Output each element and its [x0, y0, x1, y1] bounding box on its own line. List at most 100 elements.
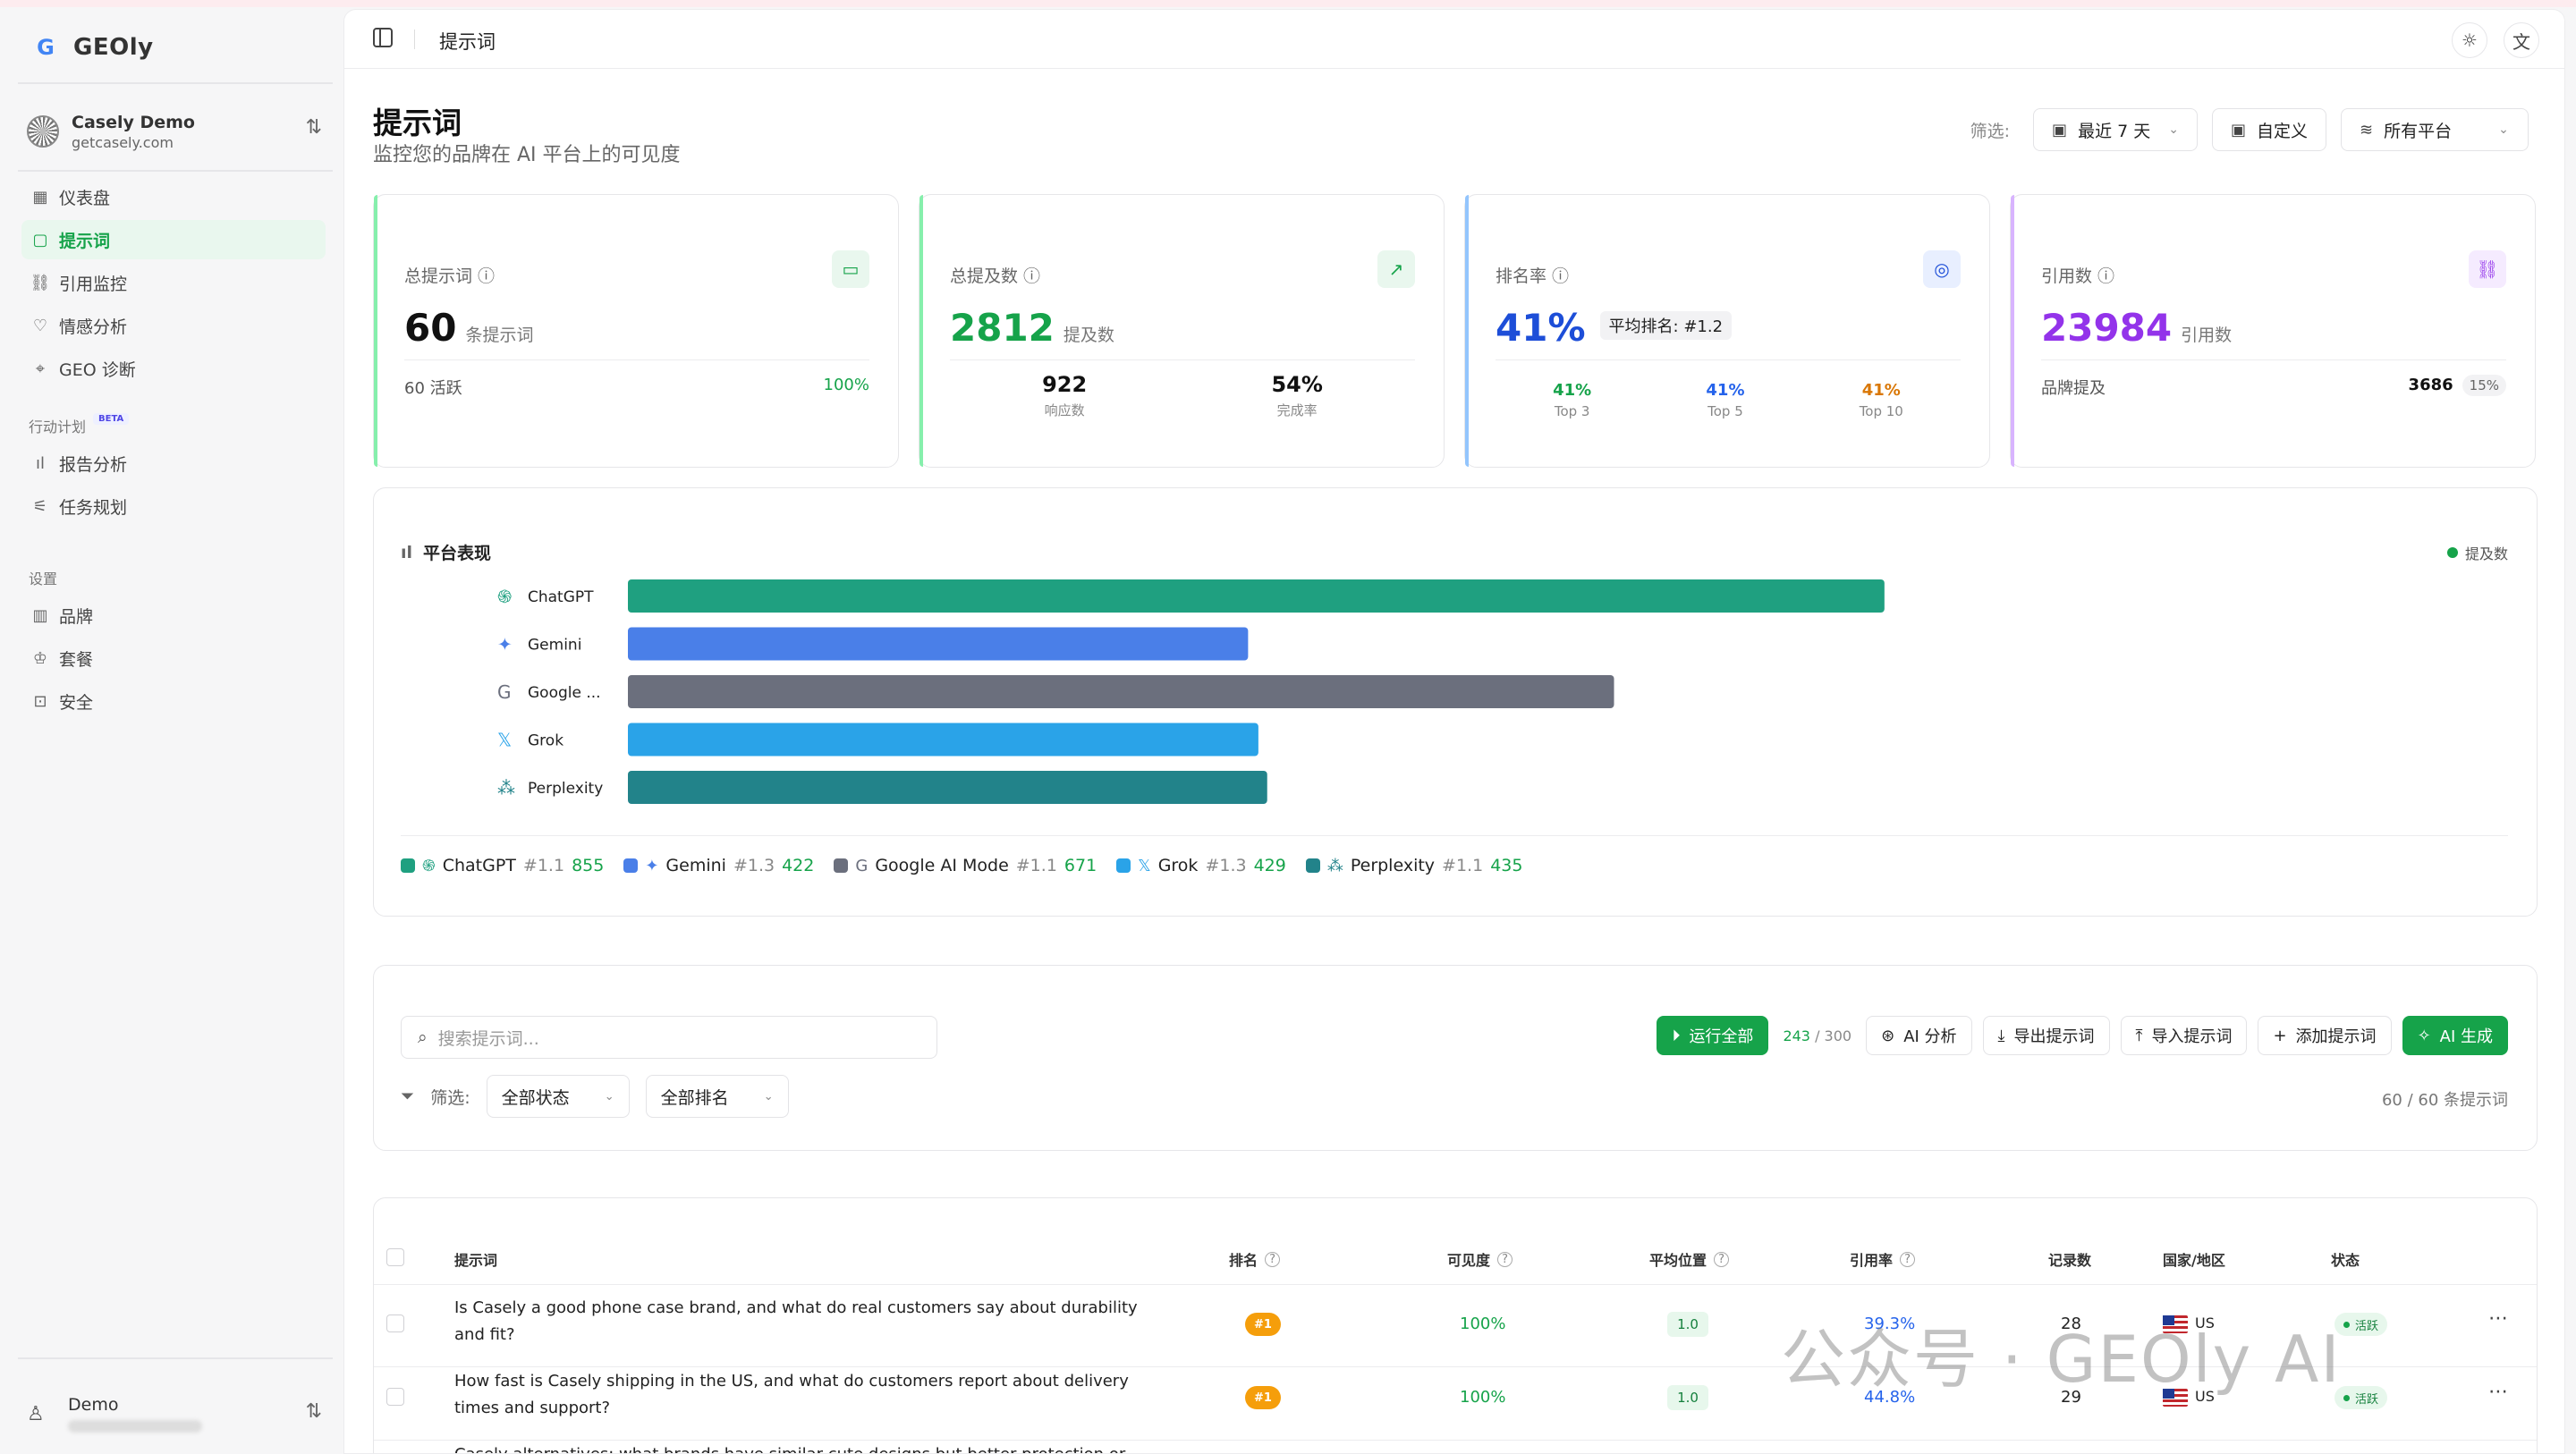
custom-date-button[interactable]: ▣ 自定义	[2211, 108, 2326, 151]
select-all-checkbox[interactable]	[386, 1248, 404, 1266]
nav-label: 引用监控	[59, 274, 128, 294]
language-button[interactable]: 文	[2504, 22, 2539, 58]
bar-perplexity[interactable]	[628, 771, 1267, 804]
nav-item-citations[interactable]: ⛓ 引用监控	[21, 263, 326, 302]
nav-item-plan[interactable]: ♔ 套餐	[21, 638, 326, 678]
more-options-icon[interactable]: ⋯	[2488, 1381, 2508, 1403]
app-logo[interactable]: G GEOly	[32, 34, 154, 61]
label-text: 引用数	[2041, 266, 2093, 286]
workspace-domain: getcasely.com	[72, 133, 174, 151]
nav-item-tasks[interactable]: ⚟ 任务规划	[21, 486, 326, 526]
status-select[interactable]: 全部状态 ⌄	[486, 1075, 630, 1118]
header-rank[interactable]: 排名?	[1229, 1248, 1281, 1270]
legend-platform: ChatGPT	[442, 856, 516, 875]
run-all-button[interactable]: ⏵ 运行全部	[1657, 1016, 1769, 1055]
position-badge: 1.0	[1667, 1385, 1708, 1410]
header-status[interactable]: 状态	[2331, 1248, 2360, 1270]
platform-select[interactable]: ≋ 所有平台 ⌄	[2341, 108, 2529, 151]
brand-mentions-value: 3686	[2408, 376, 2453, 394]
gemini-icon: ✦	[645, 856, 659, 875]
value-text: 41%	[1496, 306, 1586, 350]
ai-generate-button[interactable]: ✧ AI 生成	[2402, 1016, 2508, 1055]
nav-label: 品牌	[59, 606, 94, 627]
date-range-value: 最近 7 天	[2078, 121, 2151, 141]
legend-rank: #1.1	[1442, 856, 1484, 875]
help-icon: ?	[1714, 1251, 1730, 1267]
legend-item[interactable]: G Google AI Mode #1.1 671	[834, 856, 1097, 875]
ai-analyze-button[interactable]: ⊛ AI 分析	[1866, 1016, 1972, 1055]
legend-platform: Perplexity	[1350, 856, 1436, 875]
divider	[374, 1284, 2537, 1285]
value-unit: 条提示词	[465, 325, 534, 345]
nav-item-security[interactable]: ⊡ 安全	[21, 681, 326, 721]
legend-item[interactable]: ✦ Gemini #1.3 422	[623, 856, 814, 875]
legend-label: 提及数	[2464, 545, 2508, 562]
nav-item-sentiment[interactable]: ♡ 情感分析	[21, 306, 326, 345]
platform-performance-panel: ıl 平台表现 提及数 ֍ ChatGPT ✦ Gemini G Google ... 𝕏 Gr…	[373, 487, 2538, 917]
legend-rank: #1.1	[1015, 856, 1057, 875]
ai-generate-label: AI 生成	[2439, 1027, 2493, 1046]
header-country[interactable]: 国家/地区	[2163, 1248, 2225, 1270]
topbar: 提示词 ☼ 文	[344, 10, 2564, 69]
prompt-text[interactable]: Is Casely a good phone case brand, and w…	[454, 1295, 1152, 1348]
legend-count: 422	[782, 856, 815, 875]
legend-item[interactable]: 𝕏 Grok #1.3 429	[1116, 856, 1286, 875]
stat-card-prompts: 总提示词 ⓘ ▭ 60 条提示词 60 活跃 100%	[373, 194, 899, 468]
category-label: ChatGPT	[528, 588, 594, 606]
prompt-text[interactable]: How fast is Casely shipping in the US, a…	[454, 1368, 1152, 1422]
translate-icon: 文	[2512, 30, 2530, 53]
top10-label: Top 10	[1859, 403, 1903, 419]
chevron-updown-icon: ⇅	[305, 116, 322, 139]
status-badge: 活跃	[2334, 1313, 2388, 1336]
add-prompt-button[interactable]: + 添加提示词	[2258, 1016, 2392, 1055]
card-footer: 品牌提及 3686 15%	[2041, 375, 2506, 399]
workspace-switcher[interactable]: Casely Demo getcasely.com ⇅	[27, 104, 322, 159]
search-input[interactable]: ⌕ 搜索提示词...	[401, 1016, 937, 1059]
sidebar-toggle-icon[interactable]	[373, 28, 393, 47]
page-filters: 筛选: ▣ 最近 7 天 ⌄ ▣ 自定义 ≋ 所有平台 ⌄	[1970, 108, 2529, 151]
row-checkbox[interactable]	[386, 1388, 404, 1406]
card-value: 41% 平均排名: #1.2	[1496, 306, 1733, 350]
export-button[interactable]: ⤓ 导出提示词	[1982, 1016, 2110, 1055]
workspace-avatar	[27, 115, 59, 148]
import-button[interactable]: ⤒ 导入提示词	[2120, 1016, 2248, 1055]
stat-card-rank: 排名率 ⓘ ◎ 41% 平均排名: #1.2 41% Top 3 41% Top 5 …	[1464, 194, 1990, 468]
header-citation-rate[interactable]: 引用率?	[1850, 1248, 1916, 1270]
user-icon: ♙	[27, 1402, 45, 1425]
nav-item-dashboard[interactable]: ▦ 仪表盘	[21, 177, 326, 216]
prompt-text[interactable]: Casely alternatives: what brands have si…	[454, 1441, 1152, 1453]
header-label: 可见度	[1447, 1252, 1491, 1269]
bar-google[interactable]	[628, 675, 1614, 708]
header-visibility[interactable]: 可见度?	[1447, 1248, 1513, 1270]
top10-value: 41%	[1861, 381, 1901, 400]
header-position[interactable]: 平均位置?	[1649, 1248, 1730, 1270]
bar-chatgpt[interactable]	[628, 579, 1885, 613]
header-records[interactable]: 记录数	[2048, 1248, 2091, 1270]
chevron-down-icon: ⌄	[2168, 123, 2179, 137]
nav-item-prompts[interactable]: ▢ 提示词	[21, 220, 326, 259]
nav-item-report[interactable]: ıl 报告分析	[21, 444, 326, 483]
bar-grok[interactable]	[628, 723, 1258, 757]
status-badge: 活跃	[2334, 1386, 2388, 1409]
nav-item-brand[interactable]: ▥ 品牌	[21, 596, 326, 635]
quota-counter: 243 / 300	[1783, 1027, 1852, 1044]
legend-count: 855	[572, 856, 605, 875]
grid-icon: ▦	[32, 187, 48, 207]
row-checkbox[interactable]	[386, 1315, 404, 1332]
nav-label: 情感分析	[59, 317, 128, 337]
rank-select[interactable]: 全部排名 ⌄	[645, 1075, 789, 1118]
theme-toggle-button[interactable]: ☼	[2452, 22, 2487, 58]
more-options-icon[interactable]: ⋯	[2488, 1307, 2508, 1330]
nav-item-geo-diagnosis[interactable]: ⌖ GEO 诊断	[21, 349, 326, 388]
settings-nav: 设置 ▥ 品牌 ♔ 套餐 ⊡ 安全	[21, 560, 326, 724]
nav-label: 仪表盘	[59, 188, 111, 208]
legend-item[interactable]: ֍ ChatGPT #1.1 855	[401, 855, 604, 876]
status-dot	[2343, 1394, 2350, 1401]
bar-gemini[interactable]	[628, 627, 1249, 661]
legend-item[interactable]: ⁂ Perplexity #1.1 435	[1305, 856, 1522, 875]
rank-badge: #1	[1245, 1313, 1281, 1336]
user-menu[interactable]: ♙ Demo ⇅	[27, 1382, 322, 1445]
date-range-select[interactable]: ▣ 最近 7 天 ⌄	[2033, 108, 2198, 151]
legend-rank: #1.1	[522, 856, 565, 875]
value-unit: 提及数	[1063, 325, 1114, 345]
